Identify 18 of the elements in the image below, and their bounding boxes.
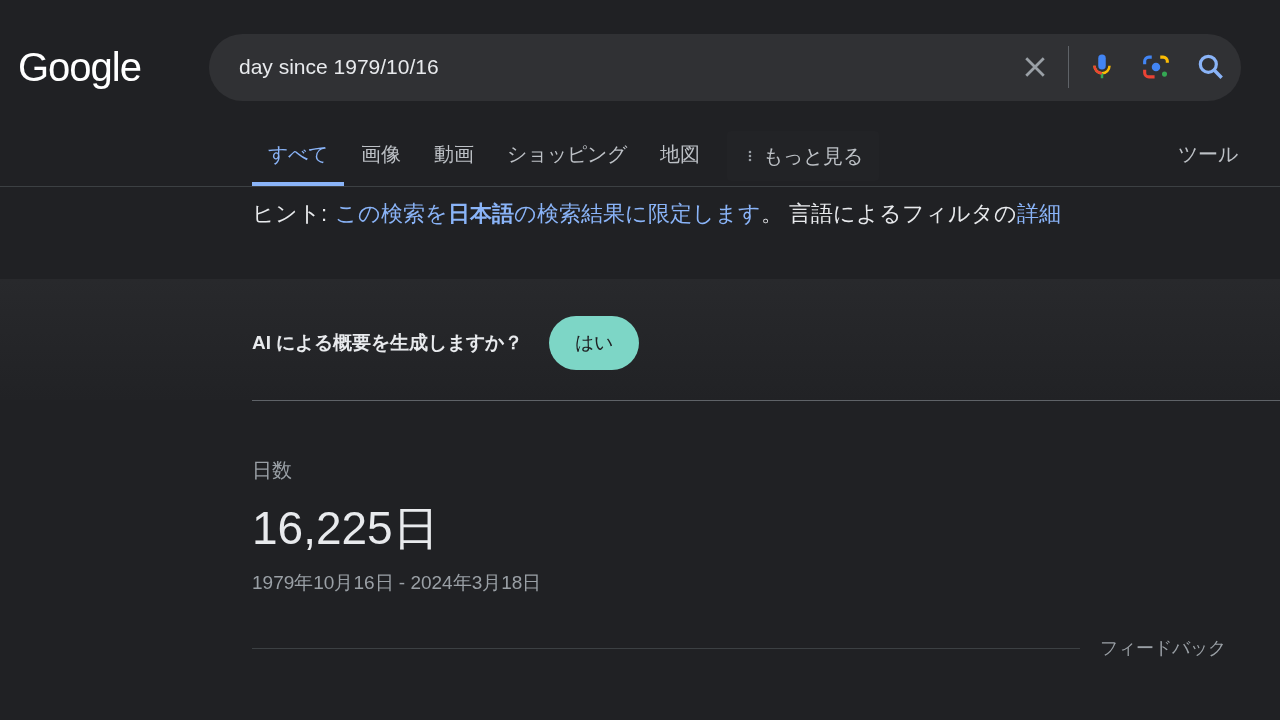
feedback-link[interactable]: フィードバック [1100, 636, 1226, 660]
ai-question: AI による概要を生成しますか？ [252, 330, 524, 355]
tab[interactable]: 地図 [644, 126, 716, 186]
result-label: 日数 [252, 458, 293, 483]
logo[interactable]: Google [0, 47, 141, 87]
result-value: 16,225日 [252, 501, 440, 556]
hint-link[interactable]: 詳細 [1017, 201, 1062, 226]
tab[interactable]: ショッピング [491, 126, 643, 186]
hint-label: ヒント: [252, 201, 328, 226]
tab[interactable]: 動画 [418, 126, 490, 186]
yes-button[interactable]: はい [549, 315, 640, 370]
search-field[interactable]: day since 1979/10/16 [209, 33, 1241, 101]
tab[interactable]: 画像 [345, 126, 417, 186]
tab[interactable]: すべて [252, 126, 344, 186]
hint-sentence: この検索を日本語の検索結果に限定します。 言語によるフィルタの詳細 [335, 201, 1062, 226]
tools-button[interactable]: ツール [1178, 126, 1238, 186]
hint-link[interactable]: この検索を日本語の検索結果に限定します [335, 201, 762, 226]
date-range: 1979年10月16日 - 2024年3月18日 [252, 571, 543, 595]
